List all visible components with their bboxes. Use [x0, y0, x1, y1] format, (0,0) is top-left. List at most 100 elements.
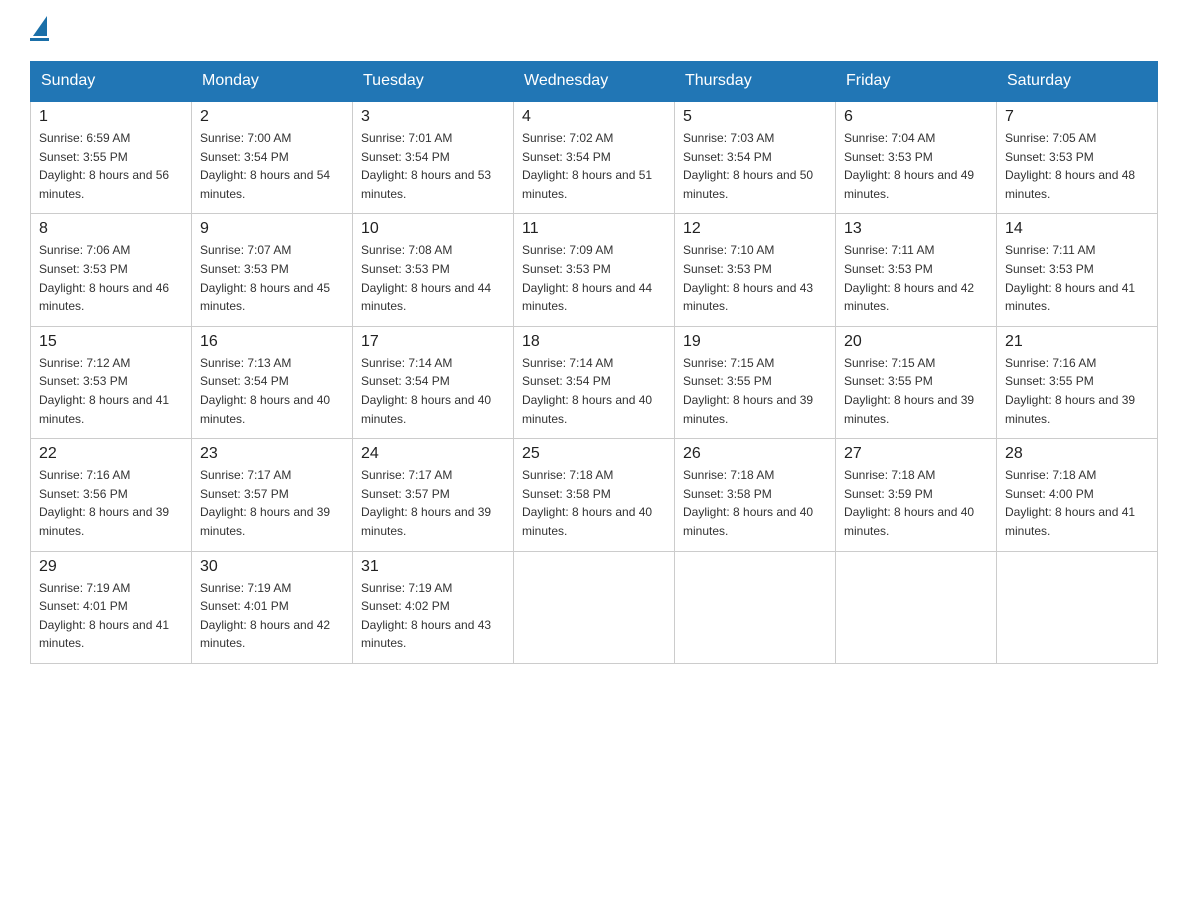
day-info: Sunrise: 7:06 AMSunset: 3:53 PMDaylight:… — [39, 241, 183, 315]
day-number: 28 — [1005, 445, 1149, 463]
calendar-cell: 26 Sunrise: 7:18 AMSunset: 3:58 PMDayligh… — [675, 439, 836, 551]
day-number: 8 — [39, 220, 183, 238]
calendar-cell: 4 Sunrise: 7:02 AMSunset: 3:54 PMDaylight… — [514, 101, 675, 214]
day-number: 2 — [200, 108, 344, 126]
day-number: 14 — [1005, 220, 1149, 238]
day-number: 21 — [1005, 333, 1149, 351]
day-info: Sunrise: 7:18 AMSunset: 3:58 PMDaylight:… — [522, 466, 666, 540]
day-info: Sunrise: 7:12 AMSunset: 3:53 PMDaylight:… — [39, 354, 183, 428]
calendar-week-row: 1 Sunrise: 6:59 AMSunset: 3:55 PMDaylight… — [31, 101, 1158, 214]
day-number: 18 — [522, 333, 666, 351]
day-number: 22 — [39, 445, 183, 463]
calendar-week-row: 8 Sunrise: 7:06 AMSunset: 3:53 PMDaylight… — [31, 214, 1158, 326]
day-number: 1 — [39, 108, 183, 126]
calendar-cell: 28 Sunrise: 7:18 AMSunset: 4:00 PMDayligh… — [997, 439, 1158, 551]
day-info: Sunrise: 7:19 AMSunset: 4:01 PMDaylight:… — [200, 579, 344, 653]
day-info: Sunrise: 7:09 AMSunset: 3:53 PMDaylight:… — [522, 241, 666, 315]
day-number: 29 — [39, 558, 183, 576]
calendar-cell: 7 Sunrise: 7:05 AMSunset: 3:53 PMDaylight… — [997, 101, 1158, 214]
day-number: 5 — [683, 108, 827, 126]
calendar-cell: 6 Sunrise: 7:04 AMSunset: 3:53 PMDaylight… — [836, 101, 997, 214]
calendar-cell: 29 Sunrise: 7:19 AMSunset: 4:01 PMDayligh… — [31, 551, 192, 663]
day-info: Sunrise: 7:19 AMSunset: 4:01 PMDaylight:… — [39, 579, 183, 653]
day-info: Sunrise: 7:17 AMSunset: 3:57 PMDaylight:… — [200, 466, 344, 540]
day-info: Sunrise: 7:15 AMSunset: 3:55 PMDaylight:… — [844, 354, 988, 428]
day-number: 13 — [844, 220, 988, 238]
calendar-cell: 2Sunrise: 7:00 AMSunset: 3:54 PMDaylight… — [192, 101, 353, 214]
calendar-header-friday: Friday — [836, 62, 997, 102]
calendar-cell — [997, 551, 1158, 663]
calendar-cell: 5 Sunrise: 7:03 AMSunset: 3:54 PMDaylight… — [675, 101, 836, 214]
calendar-header-wednesday: Wednesday — [514, 62, 675, 102]
day-info: Sunrise: 7:18 AMSunset: 3:58 PMDaylight:… — [683, 466, 827, 540]
day-number: 23 — [200, 445, 344, 463]
day-info: Sunrise: 7:02 AMSunset: 3:54 PMDaylight:… — [522, 129, 666, 203]
day-info: Sunrise: 7:18 AMSunset: 4:00 PMDaylight:… — [1005, 466, 1149, 540]
calendar-cell: 8 Sunrise: 7:06 AMSunset: 3:53 PMDaylight… — [31, 214, 192, 326]
calendar-cell: 20 Sunrise: 7:15 AMSunset: 3:55 PMDayligh… — [836, 326, 997, 438]
day-info: Sunrise: 7:15 AMSunset: 3:55 PMDaylight:… — [683, 354, 827, 428]
calendar-header-saturday: Saturday — [997, 62, 1158, 102]
logo — [30, 20, 49, 41]
calendar-header-sunday: Sunday — [31, 62, 192, 102]
day-info: Sunrise: 6:59 AMSunset: 3:55 PMDaylight:… — [39, 129, 183, 203]
calendar-week-row: 22 Sunrise: 7:16 AMSunset: 3:56 PMDayligh… — [31, 439, 1158, 551]
calendar-cell — [514, 551, 675, 663]
day-info: Sunrise: 7:13 AMSunset: 3:54 PMDaylight:… — [200, 354, 344, 428]
calendar-header-thursday: Thursday — [675, 62, 836, 102]
day-info: Sunrise: 7:05 AMSunset: 3:53 PMDaylight:… — [1005, 129, 1149, 203]
logo-underline — [30, 38, 49, 41]
calendar-cell: 1 Sunrise: 6:59 AMSunset: 3:55 PMDaylight… — [31, 101, 192, 214]
calendar-cell: 10 Sunrise: 7:08 AMSunset: 3:53 PMDayligh… — [353, 214, 514, 326]
day-number: 16 — [200, 333, 344, 351]
day-info: Sunrise: 7:18 AMSunset: 3:59 PMDaylight:… — [844, 466, 988, 540]
calendar-header-row: SundayMondayTuesdayWednesdayThursdayFrid… — [31, 62, 1158, 102]
calendar-cell: 18 Sunrise: 7:14 AMSunset: 3:54 PMDayligh… — [514, 326, 675, 438]
calendar-cell: 13 Sunrise: 7:11 AMSunset: 3:53 PMDayligh… — [836, 214, 997, 326]
day-number: 15 — [39, 333, 183, 351]
day-number: 30 — [200, 558, 344, 576]
day-info: Sunrise: 7:03 AMSunset: 3:54 PMDaylight:… — [683, 129, 827, 203]
day-info: Sunrise: 7:01 AMSunset: 3:54 PMDaylight:… — [361, 129, 505, 203]
calendar-cell: 16 Sunrise: 7:13 AMSunset: 3:54 PMDayligh… — [192, 326, 353, 438]
day-info: Sunrise: 7:14 AMSunset: 3:54 PMDaylight:… — [361, 354, 505, 428]
day-info: Sunrise: 7:11 AMSunset: 3:53 PMDaylight:… — [844, 241, 988, 315]
calendar-cell: 9 Sunrise: 7:07 AMSunset: 3:53 PMDaylight… — [192, 214, 353, 326]
calendar-cell: 11Sunrise: 7:09 AMSunset: 3:53 PMDayligh… — [514, 214, 675, 326]
calendar-header-monday: Monday — [192, 62, 353, 102]
calendar-cell: 12Sunrise: 7:10 AMSunset: 3:53 PMDayligh… — [675, 214, 836, 326]
calendar-cell — [836, 551, 997, 663]
calendar-cell: 25Sunrise: 7:18 AMSunset: 3:58 PMDayligh… — [514, 439, 675, 551]
day-info: Sunrise: 7:10 AMSunset: 3:53 PMDaylight:… — [683, 241, 827, 315]
day-info: Sunrise: 7:11 AMSunset: 3:53 PMDaylight:… — [1005, 241, 1149, 315]
calendar-cell: 3Sunrise: 7:01 AMSunset: 3:54 PMDaylight… — [353, 101, 514, 214]
calendar-cell: 30 Sunrise: 7:19 AMSunset: 4:01 PMDayligh… — [192, 551, 353, 663]
day-number: 17 — [361, 333, 505, 351]
calendar-cell — [675, 551, 836, 663]
calendar-cell: 23 Sunrise: 7:17 AMSunset: 3:57 PMDayligh… — [192, 439, 353, 551]
day-number: 31 — [361, 558, 505, 576]
calendar-cell: 22 Sunrise: 7:16 AMSunset: 3:56 PMDayligh… — [31, 439, 192, 551]
day-info: Sunrise: 7:16 AMSunset: 3:55 PMDaylight:… — [1005, 354, 1149, 428]
calendar-cell: 24Sunrise: 7:17 AMSunset: 3:57 PMDayligh… — [353, 439, 514, 551]
day-info: Sunrise: 7:08 AMSunset: 3:53 PMDaylight:… — [361, 241, 505, 315]
day-info: Sunrise: 7:14 AMSunset: 3:54 PMDaylight:… — [522, 354, 666, 428]
day-number: 4 — [522, 108, 666, 126]
calendar-cell: 31 Sunrise: 7:19 AMSunset: 4:02 PMDayligh… — [353, 551, 514, 663]
day-number: 19 — [683, 333, 827, 351]
day-number: 6 — [844, 108, 988, 126]
day-number: 9 — [200, 220, 344, 238]
day-number: 26 — [683, 445, 827, 463]
calendar-cell: 14 Sunrise: 7:11 AMSunset: 3:53 PMDayligh… — [997, 214, 1158, 326]
day-info: Sunrise: 7:07 AMSunset: 3:53 PMDaylight:… — [200, 241, 344, 315]
day-number: 7 — [1005, 108, 1149, 126]
day-info: Sunrise: 7:17 AMSunset: 3:57 PMDaylight:… — [361, 466, 505, 540]
day-number: 10 — [361, 220, 505, 238]
day-info: Sunrise: 7:16 AMSunset: 3:56 PMDaylight:… — [39, 466, 183, 540]
day-info: Sunrise: 7:19 AMSunset: 4:02 PMDaylight:… — [361, 579, 505, 653]
calendar-cell: 17 Sunrise: 7:14 AMSunset: 3:54 PMDayligh… — [353, 326, 514, 438]
calendar-cell: 15 Sunrise: 7:12 AMSunset: 3:53 PMDayligh… — [31, 326, 192, 438]
day-info: Sunrise: 7:04 AMSunset: 3:53 PMDaylight:… — [844, 129, 988, 203]
day-number: 20 — [844, 333, 988, 351]
calendar-header-tuesday: Tuesday — [353, 62, 514, 102]
